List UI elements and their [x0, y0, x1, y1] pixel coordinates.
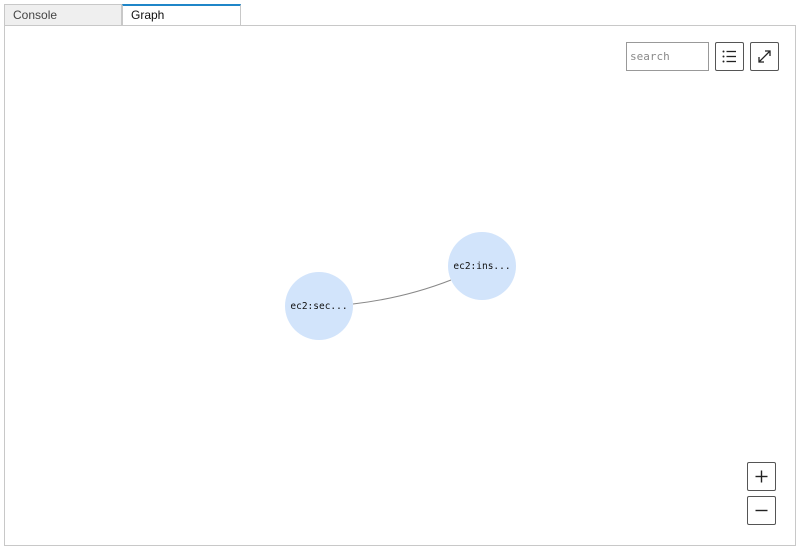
tab-bar: Console Graph	[0, 0, 800, 25]
tab-console[interactable]: Console	[4, 4, 122, 25]
graph-node-label: ec2:ins...	[453, 261, 510, 272]
list-button[interactable]	[715, 42, 744, 71]
search-input[interactable]	[626, 42, 709, 71]
graph-edge	[352, 279, 452, 305]
zoom-out-button[interactable]	[747, 496, 776, 525]
graph-panel: ec2:sec... ec2:ins...	[4, 25, 796, 546]
zoom-in-button[interactable]	[747, 462, 776, 491]
graph-node[interactable]: ec2:ins...	[448, 232, 516, 300]
minus-icon	[755, 509, 768, 512]
plus-icon	[755, 470, 768, 483]
expand-icon	[758, 50, 771, 63]
tab-graph[interactable]: Graph	[122, 4, 241, 25]
graph-node-label: ec2:sec...	[290, 301, 347, 312]
expand-button[interactable]	[750, 42, 779, 71]
graph-node[interactable]: ec2:sec...	[285, 272, 353, 340]
graph-canvas[interactable]: ec2:sec... ec2:ins...	[5, 26, 795, 545]
list-icon	[722, 50, 736, 63]
